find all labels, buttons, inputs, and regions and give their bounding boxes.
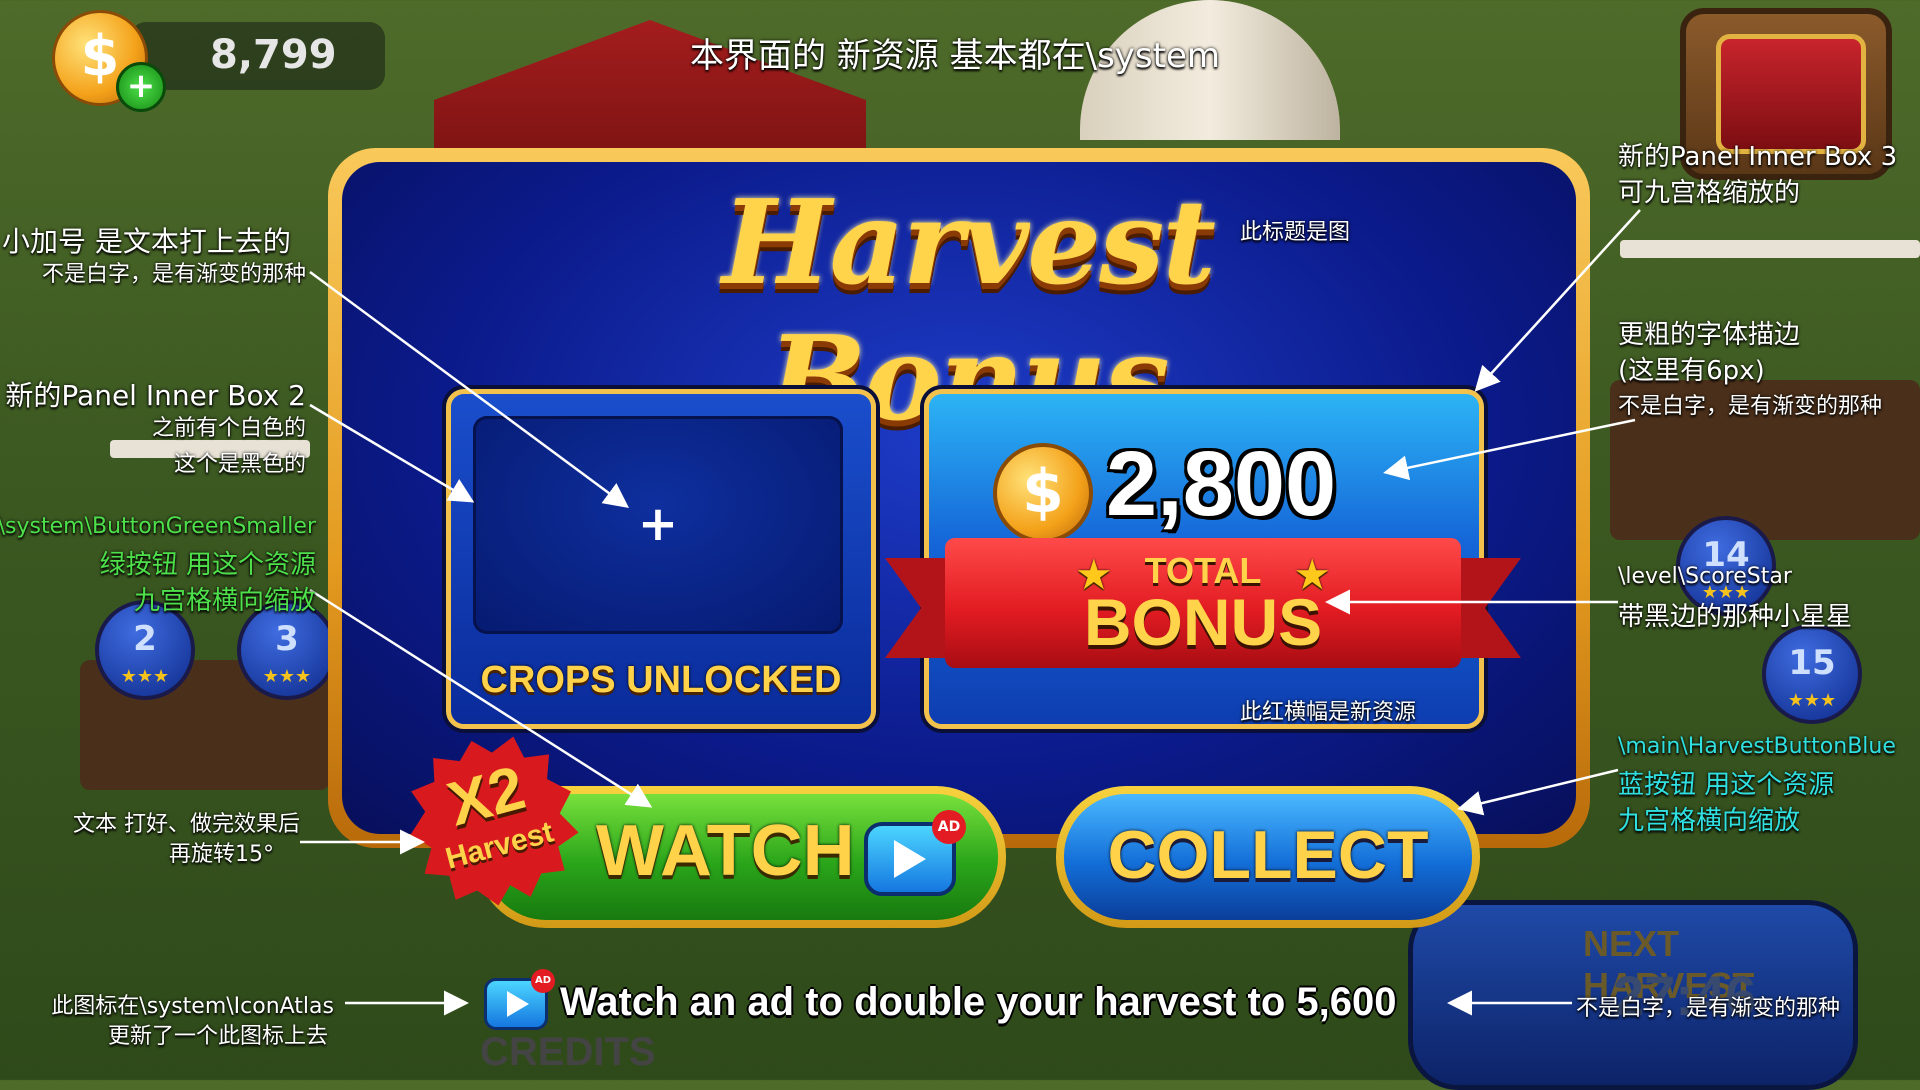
annotation-box2-1: 新的Panel Inner Box 2 (5, 379, 306, 412)
annotation-icon-1: 此图标在\system\IconAtlas (51, 994, 334, 1019)
annotation-title: 此标题是图 (1240, 220, 1351, 245)
annotation-green-1: \system\ButtonGreenSmaller (0, 514, 316, 539)
annotation-green-2: 绿按钮 用这个资源 (99, 550, 316, 580)
annotation-plus-2: 不是白字，是有渐变的那种 (41, 262, 306, 287)
annotation-rotate-1: 文本 打好、做完效果后 (73, 812, 300, 837)
annotation-green-3: 九宫格横向缩放 (133, 586, 316, 616)
annotation-rotate-2: 再旋转15° (169, 842, 274, 867)
annotation-blue-1: \main\HarvestButtonBlue (1618, 734, 1896, 759)
annotation-box3-1: 新的Panel Inner Box 3 (1618, 142, 1898, 172)
annotation-stroke-2: (这里有6px) (1618, 356, 1765, 386)
annotation-star-2: 带黑边的那种小星星 (1618, 602, 1853, 632)
annotation-blue-2: 蓝按钮 用这个资源 (1618, 770, 1835, 800)
annotation-blue-3: 九宫格横向缩放 (1618, 806, 1801, 836)
annotation-stroke-3: 不是白字，是有渐变的那种 (1618, 394, 1883, 419)
annotation-top: 本界面的 新资源 基本都在\system (690, 36, 1220, 76)
annotation-stroke-1: 更粗的字体描边 (1618, 320, 1801, 350)
annotation-box2-3: 这个是黑色的 (173, 452, 306, 477)
annotation-box2-2: 之前有个白色的 (151, 416, 306, 441)
annotation-star-1: \level\ScoreStar (1618, 564, 1792, 589)
annotation-banner: 此红横幅是新资源 (1240, 700, 1417, 725)
annotation-box3-2: 可九宫格缩放的 (1618, 178, 1801, 208)
annotation-footer: 不是白字，是有渐变的那种 (1576, 996, 1841, 1021)
annotation-plus-1: 小加号 是文本打上去的 (2, 225, 291, 258)
annotation-icon-2: 更新了一个此图标上去 (107, 1024, 328, 1049)
